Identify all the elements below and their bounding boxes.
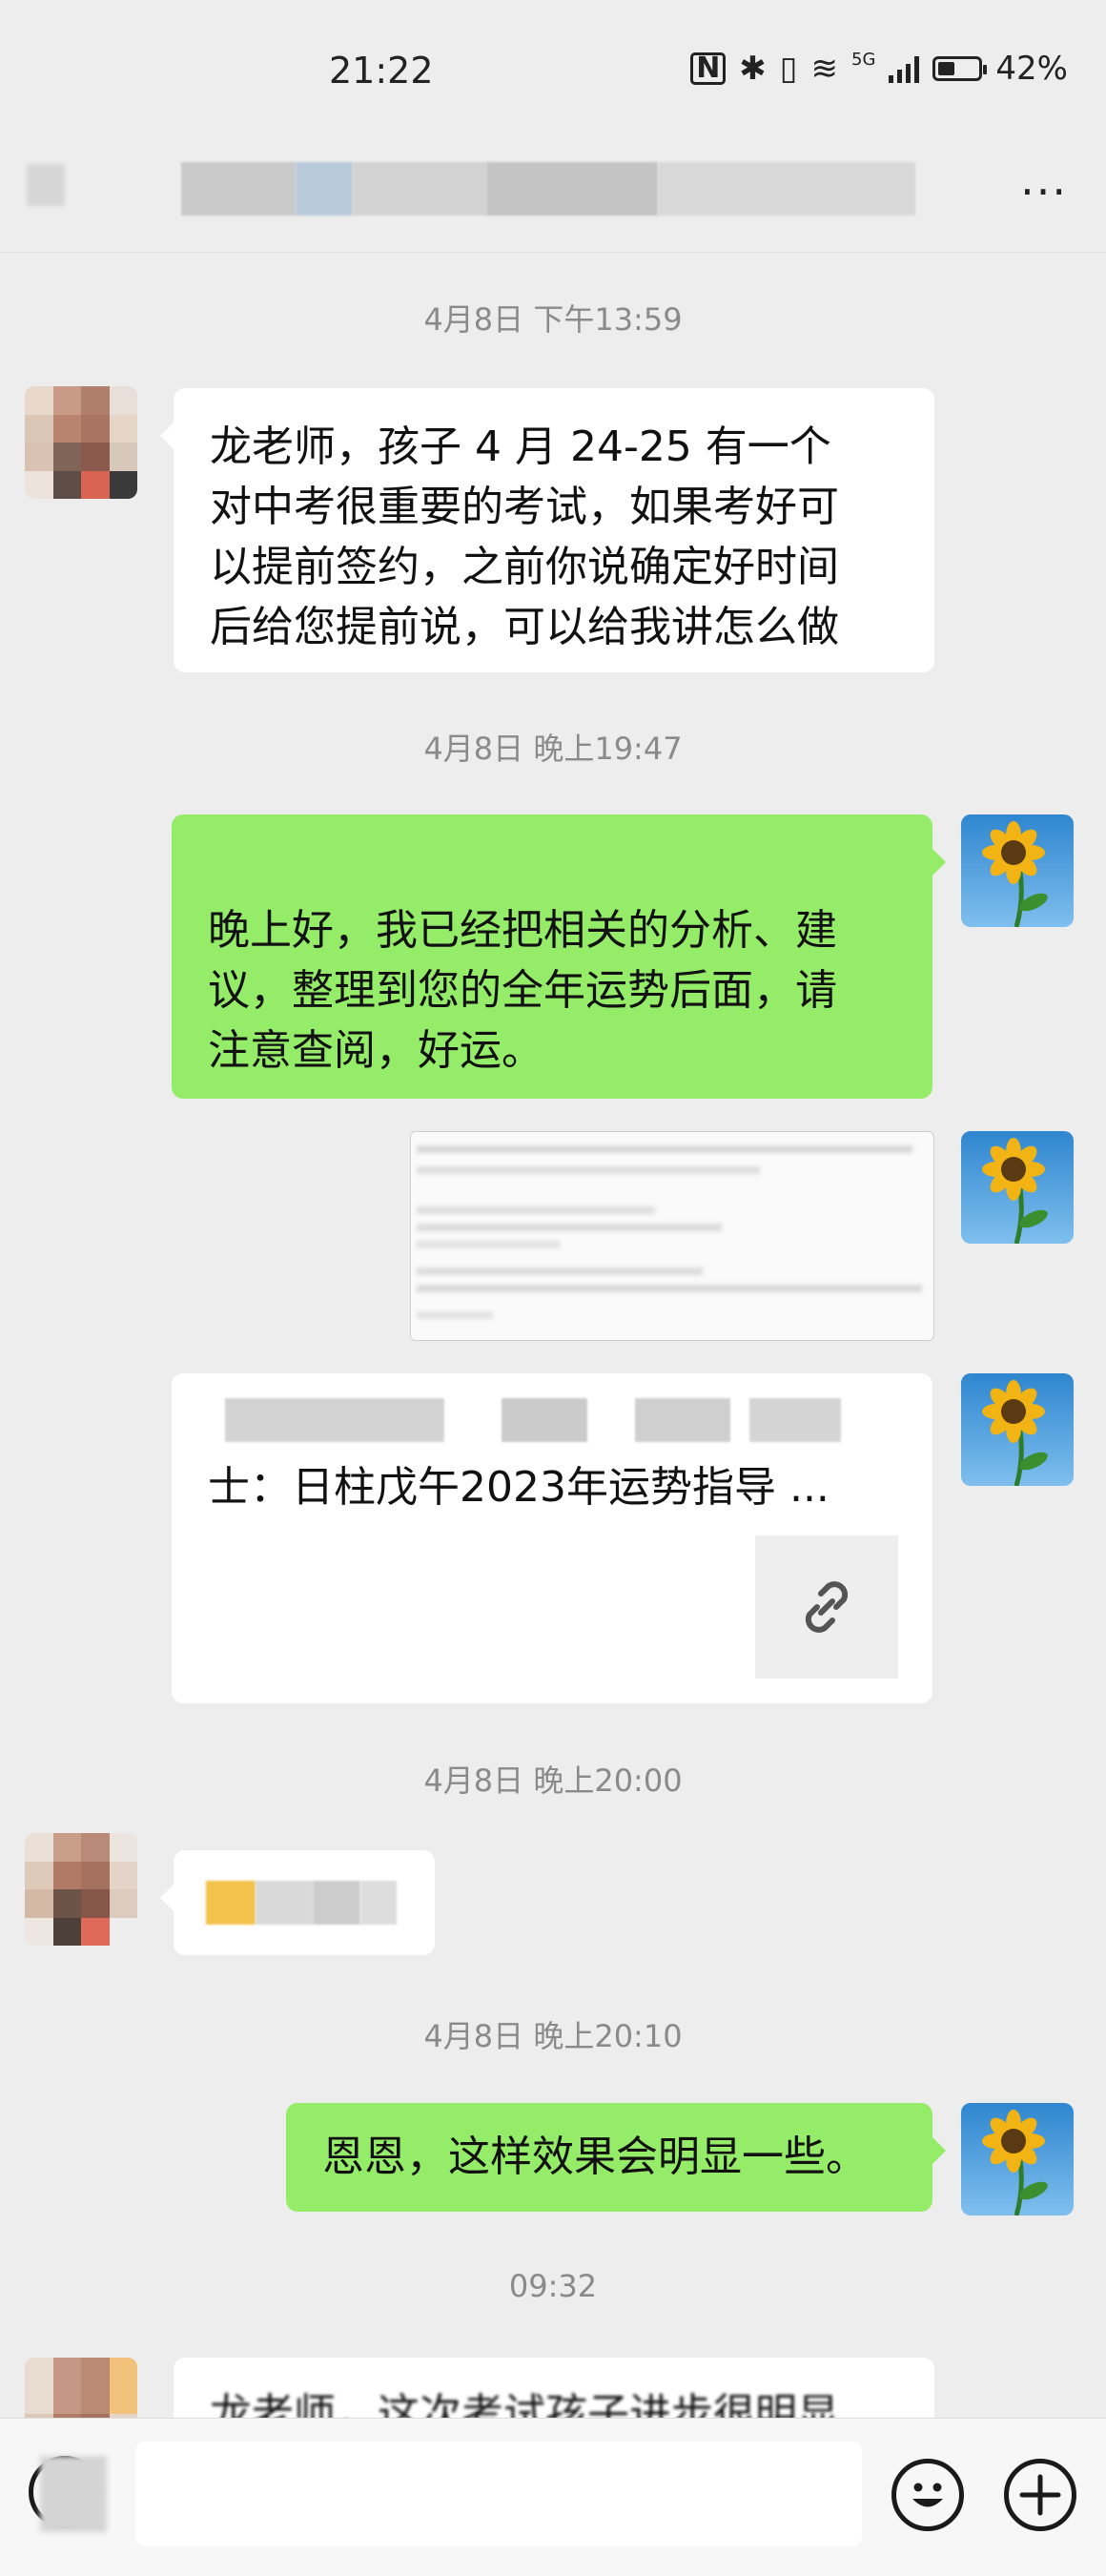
add-button[interactable]: [1004, 2459, 1076, 2531]
link-card-title-redacted: [225, 1398, 892, 1444]
link-card-title: 士：日柱戊午2023年运势指导 ...: [208, 1463, 830, 1512]
contact-avatar[interactable]: [25, 1833, 137, 1946]
plus-icon: [1019, 2474, 1061, 2516]
link-card[interactable]: 士：日柱戊午2023年运势指导 ...: [172, 1373, 932, 1703]
timestamp: 09:32: [508, 2268, 598, 2304]
self-avatar[interactable]: [961, 1131, 1074, 1244]
document-text-line: [417, 1206, 655, 1214]
contact-avatar[interactable]: [25, 2358, 137, 2418]
sunflower-icon: [982, 821, 1048, 927]
more-options-button[interactable]: ···: [1020, 166, 1068, 217]
vibrate-icon: ▯: [779, 50, 798, 88]
chat-header: ···: [0, 124, 1106, 248]
received-message-redacted[interactable]: [160, 1850, 435, 1955]
self-avatar[interactable]: [961, 2103, 1074, 2215]
sunflower-icon: [982, 1380, 1048, 1486]
message-line: 注意查阅，好运。: [208, 1026, 543, 1075]
battery-level: [938, 62, 955, 75]
document-text-line: [417, 1224, 722, 1231]
redacted-overlay: [40, 2456, 107, 2532]
signal-icon: [889, 54, 920, 83]
battery-icon: [932, 56, 988, 81]
link-card-thumbnail: [755, 1535, 898, 1679]
timestamp: 4月8日 晚上20:00: [423, 1762, 683, 1799]
message-line: 晚上好，我已经把相关的分析、建: [208, 906, 837, 955]
document-text-line: [417, 1145, 912, 1153]
back-button[interactable]: [27, 164, 65, 206]
nfc-icon: N: [690, 52, 727, 85]
self-avatar[interactable]: [961, 814, 1074, 927]
sent-message[interactable]: 晚上好，我已经把相关的分析、建 议，整理到您的全年运势后面，请 注意查阅，好运。: [172, 814, 946, 1099]
received-message-partial[interactable]: 龙老师，这次考试孩子进步很明显: [174, 2358, 934, 2418]
contact-avatar[interactable]: [25, 386, 137, 499]
message-text: 龙老师，这次考试孩子进步很明显: [210, 2390, 839, 2418]
message-input[interactable]: [135, 2442, 862, 2546]
message-line: 议，整理到您的全年运势后面，请: [208, 966, 837, 1015]
document-text-line: [417, 1166, 760, 1174]
status-icons: N ✱ ▯ ≋ 5G 42%: [690, 50, 1068, 88]
network-label: 5G: [851, 50, 876, 70]
emoji-icon: [912, 2483, 943, 2507]
redacted-content: [206, 1881, 397, 1925]
timestamp: 4月8日 晚上20:10: [423, 2018, 683, 2054]
chat-title-redacted: [181, 162, 915, 216]
message-line: 以提前签约，之前你说确定好时间: [210, 543, 839, 591]
message-text: 恩恩，这样效果会明显一些。: [322, 2133, 868, 2181]
voice-button[interactable]: [29, 2456, 107, 2532]
timestamp: 4月8日 晚上19:47: [423, 731, 683, 767]
emoji-button[interactable]: [891, 2459, 964, 2531]
message-line: 对中考很重要的考试，如果考好可: [210, 483, 839, 531]
status-time: 21:22: [329, 50, 434, 92]
document-text-line: [417, 1311, 493, 1319]
sent-message[interactable]: 恩恩，这样效果会明显一些。: [286, 2103, 946, 2212]
document-text-line: [417, 1241, 560, 1248]
bluetooth-icon: ✱: [739, 50, 767, 88]
sent-document-image[interactable]: [410, 1131, 934, 1341]
battery-percent: 42%: [995, 50, 1068, 88]
header-divider: [0, 252, 1106, 253]
timestamp: 4月8日 下午13:59: [423, 301, 683, 338]
document-text-line: [417, 1285, 922, 1292]
sunflower-icon: [982, 1138, 1048, 1244]
sunflower-icon: [982, 2110, 1048, 2215]
wifi-icon: ≋: [810, 50, 839, 88]
link-icon: [805, 1581, 849, 1633]
received-message[interactable]: 龙老师，孩子 4 月 24-25 有一个 对中考很重要的考试，如果考好可 以提前…: [160, 388, 934, 672]
document-text-line: [417, 1267, 703, 1275]
self-avatar[interactable]: [961, 1373, 1074, 1486]
message-line: 龙老师，孩子 4 月 24-25 有一个: [210, 422, 831, 471]
message-line: 后给您提前说，可以给我讲怎么做: [210, 603, 839, 651]
